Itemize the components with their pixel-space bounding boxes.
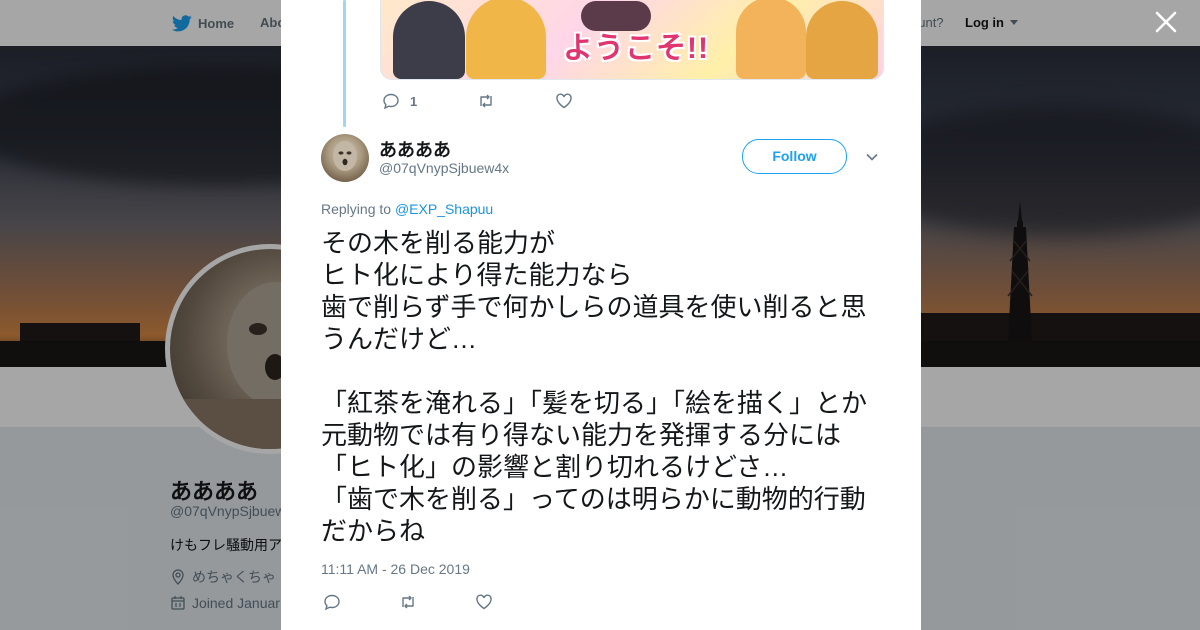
retweet-button[interactable]: [477, 92, 495, 110]
replying-to-line: Replying to @EXP_Shapuu: [321, 201, 493, 217]
retweet-button[interactable]: [399, 593, 417, 611]
like-icon: [556, 93, 572, 109]
thread-connector-line: [343, 0, 346, 127]
parent-tweet-actions: 1: [382, 92, 633, 110]
tweet-actions: [323, 593, 551, 611]
like-icon: [476, 594, 492, 610]
reply-icon: [383, 93, 399, 110]
close-button[interactable]: [1152, 10, 1180, 38]
follow-button[interactable]: Follow: [742, 139, 847, 174]
stone-mask-image: [333, 141, 357, 171]
reply-button[interactable]: [323, 593, 341, 611]
replying-to-link[interactable]: @EXP_Shapuu: [395, 201, 493, 217]
parent-tweet-media[interactable]: ようこそ!!: [380, 0, 884, 80]
close-icon: [1155, 11, 1177, 33]
replying-prefix: Replying to: [321, 201, 392, 217]
media-character: [393, 1, 465, 79]
like-button[interactable]: [555, 92, 573, 110]
tweet-text: その木を削る能力が ヒト化により得た能力なら 歯で削らず手で何かしらの道具を使い…: [321, 228, 868, 546]
tweet-timestamp[interactable]: 11:11 AM - 26 Dec 2019: [321, 561, 470, 577]
tweet-modal: ようこそ!! 1 ああああ @07qVnypSjbuew4x Follow Re…: [281, 0, 921, 630]
author-handle[interactable]: @07qVnypSjbuew4x: [379, 160, 509, 176]
media-character: [736, 0, 806, 79]
media-character: [466, 0, 546, 79]
media-welcome-text: ようこそ!!: [563, 32, 709, 65]
tweet-options-dropdown[interactable]: [865, 150, 879, 164]
like-button[interactable]: [475, 593, 493, 611]
reply-count: 1: [410, 93, 418, 109]
media-character: [806, 1, 878, 79]
author-avatar[interactable]: [321, 134, 369, 182]
author-name[interactable]: ああああ: [379, 136, 451, 162]
chevron-down-icon: [866, 153, 878, 161]
reply-icon: [324, 594, 340, 611]
retweet-icon: [402, 595, 414, 609]
retweet-icon: [480, 94, 492, 108]
reply-button[interactable]: 1: [382, 92, 417, 110]
